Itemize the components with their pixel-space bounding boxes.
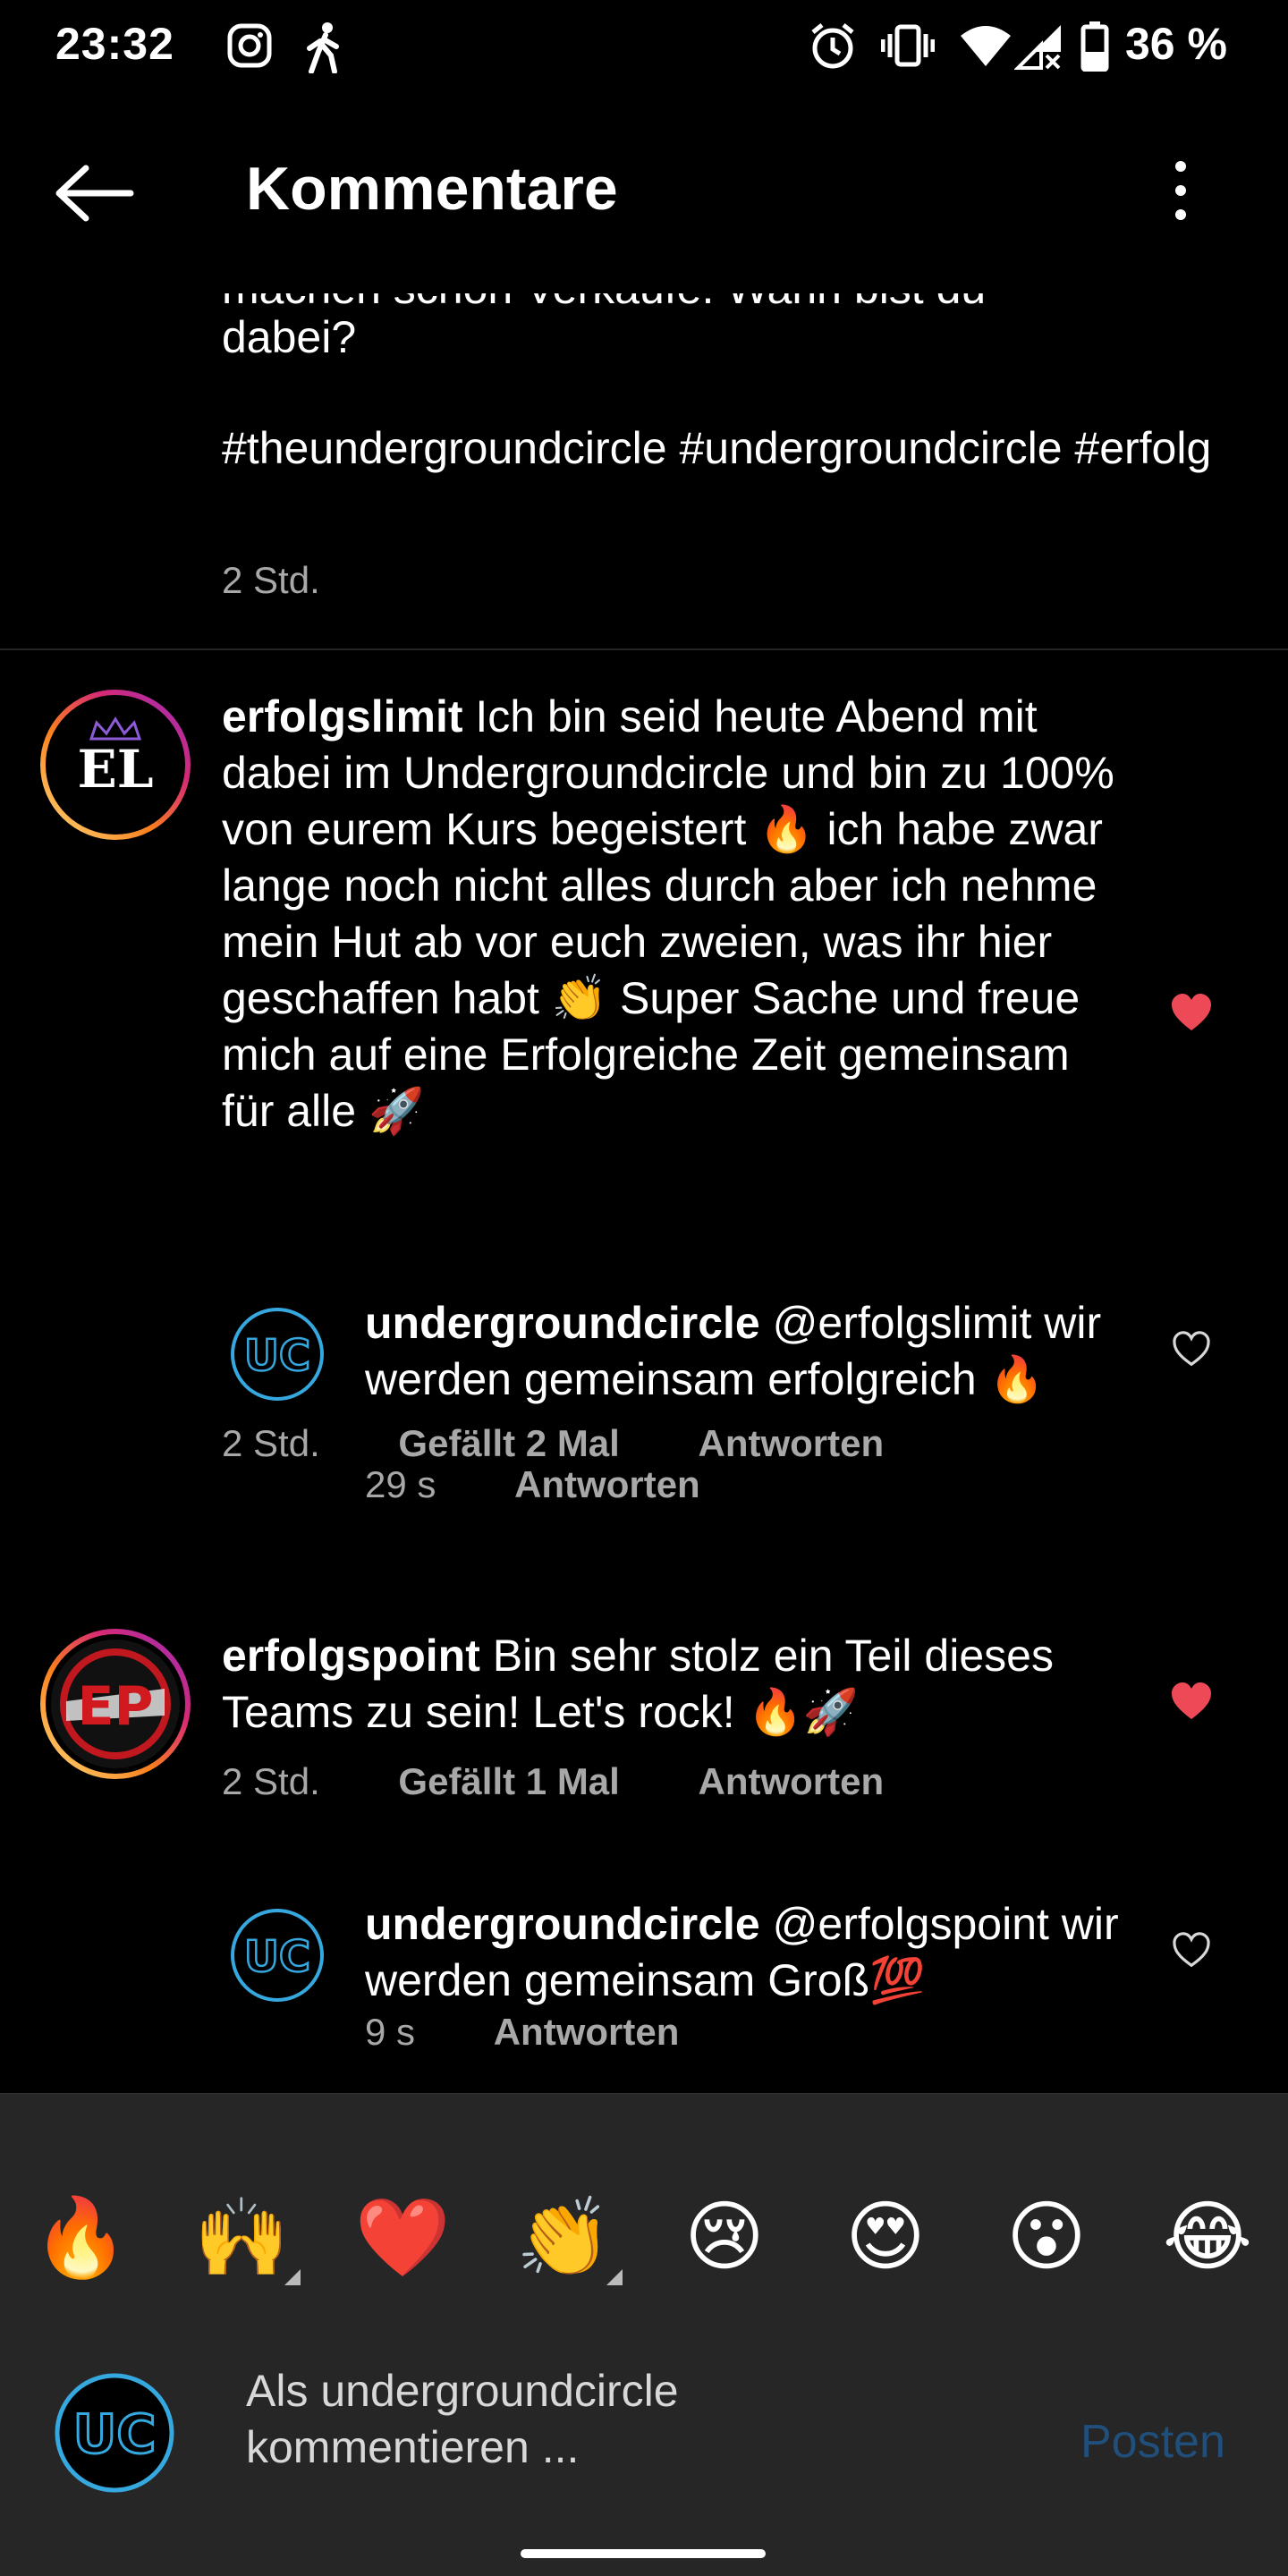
more-options-button[interactable] [1154,152,1208,233]
vibrate-icon [881,24,935,67]
emoji-surprised[interactable]: 😮 [993,2192,1100,2282]
heart-outline-icon[interactable] [1172,1331,1211,1367]
avatar[interactable]: UC [229,1907,326,2004]
caption-hashtags[interactable]: #theundergroundcircle #undergroundcircle… [222,420,1250,477]
emoji-fire[interactable]: 🔥 [27,2192,134,2283]
comment-username[interactable]: erfolgspoint [222,1631,480,1681]
comment-meta: 9 s Antworten [365,2011,747,2054]
reply-button[interactable]: Antworten [699,1760,885,1802]
emoji-clapping[interactable]: 👏 [510,2192,617,2283]
comment-item: EP erfolgspoint Bin sehr stolz ein Teil … [0,1628,1288,1860]
walking-icon [307,22,339,73]
reply-item: UC undergroundcircle @erfolgslimit wir w… [0,1298,1288,1538]
skin-tone-indicator [284,2269,301,2285]
caption-text: dabei? [222,312,357,362]
svg-text:EP: EP [78,1675,154,1738]
comment-input-placeholder-line1: Als undergroundcircle [246,2366,679,2416]
instagram-icon [227,23,272,68]
comment-text: undergroundcircle @erfolgspoint wir werd… [365,1896,1134,2009]
header: Kommentare [0,134,1288,250]
comment-meta: 2 Std. Gefällt 1 Mal Antworten [222,1760,952,1803]
reply-button[interactable]: Antworten [514,1463,700,1505]
status-time: 23:32 [55,19,174,69]
heart-filled-icon[interactable] [1170,993,1213,1032]
avatar[interactable]: EP [39,1628,191,1780]
comment-text: erfolgslimit Ich bin seid heute Abend mi… [222,689,1116,1140]
svg-text:UC: UC [244,1932,310,1982]
comment-time: 29 s [365,1463,436,1505]
battery-percentage: 36 % [1125,19,1227,69]
signal-icon [1014,25,1061,70]
avatar[interactable]: UC [229,1306,326,1402]
comment-input-placeholder-line2: kommentieren ... [246,2422,580,2472]
avatar[interactable]: EL [39,689,191,841]
emoji-bar: 🔥 🙌 ❤️ 👏 😢 😍 😮 😂 [0,2093,1288,2343]
emoji-raised-hands[interactable]: 🙌 [188,2192,295,2283]
comment-meta: 29 s Antworten [365,1463,768,1506]
comment-time: 9 s [365,2011,416,2053]
back-button[interactable] [50,157,140,229]
page-title: Kommentare [246,155,618,223]
arrow-left-icon [55,165,134,222]
comment-time: 2 Std. [222,1760,320,1802]
heart-filled-icon[interactable] [1170,1682,1213,1721]
svg-text:UC: UC [73,2403,157,2466]
comment-username[interactable]: undergroundcircle [365,1899,760,1949]
caption-time: 2 Std. [222,559,320,601]
post-button[interactable]: Posten [1080,2415,1225,2469]
alarm-icon [811,23,854,69]
comment-username[interactable]: undergroundcircle [365,1298,760,1348]
comment-item: EL erfolgslimit Ich bin seid heute Abend… [0,689,1288,1464]
reply-item: UC undergroundcircle @erfolgspoint wir w… [0,1899,1288,2086]
emoji-heart-eyes[interactable]: 😍 [832,2192,939,2282]
comment-composer: UC Als undergroundcircle kommentieren ..… [0,2308,1288,2522]
more-vertical-icon [1175,161,1186,220]
composer-avatar: UC [55,2373,174,2493]
emoji-laughing[interactable]: 😂 [1154,2192,1261,2282]
skin-tone-indicator [606,2269,623,2285]
comment-likes[interactable]: Gefällt 1 Mal [398,1760,619,1802]
emoji-crying[interactable]: 😢 [671,2192,778,2282]
comment-text: erfolgspoint Bin sehr stolz ein Teil die… [222,1628,1116,1741]
comment-username[interactable]: erfolgslimit [222,691,462,741]
comments-list[interactable]: machen schon Verkäufe. Wann bist du dabe… [0,250,1288,2093]
system-nav-bar [0,2522,1288,2576]
reply-button[interactable]: Antworten [494,2011,680,2053]
wifi-icon [961,26,1011,66]
comment-body: Ich bin seid heute Abend mit dabei im Un… [222,691,1114,1136]
status-bar: 23:32 36 % [0,0,1288,98]
header-overlap-mask [0,250,1288,293]
svg-text:EL: EL [78,739,154,800]
battery-icon [1080,21,1109,72]
comment-text: undergroundcircle @erfolgslimit wir werd… [365,1295,1134,1408]
heart-outline-icon[interactable] [1172,1932,1211,1968]
emoji-heart[interactable]: ❤️ [349,2192,456,2283]
divider [0,648,1288,650]
home-indicator[interactable] [521,2549,766,2558]
comment-input[interactable]: Als undergroundcircle kommentieren ... [246,2363,747,2476]
svg-text:UC: UC [244,1331,310,1381]
